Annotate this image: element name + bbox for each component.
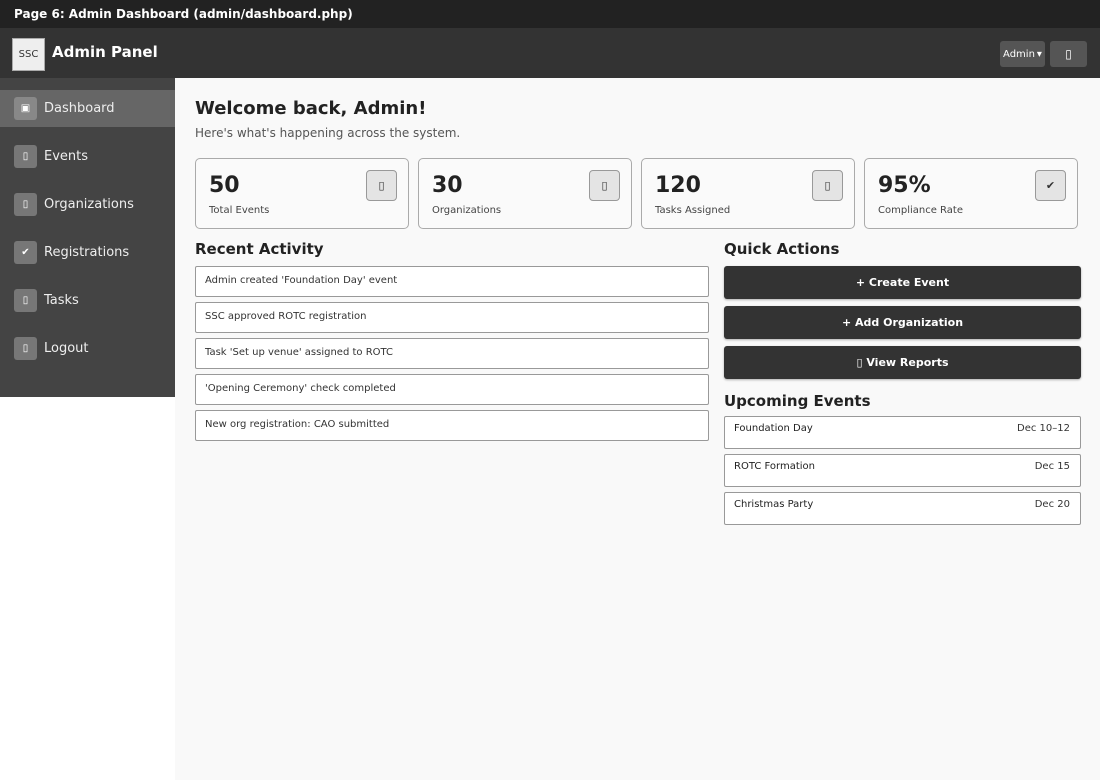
stat-label: Compliance Rate bbox=[878, 205, 963, 216]
sidebar-item-label: Registrations bbox=[44, 245, 130, 260]
create-event-button[interactable]: + Create Event bbox=[724, 266, 1081, 299]
sidebar-item-registrations[interactable]: ✔ Registrations bbox=[0, 234, 175, 271]
stat-card-tasks-assigned: 120 Tasks Assigned ▯ bbox=[641, 158, 855, 229]
sidebar-item-tasks[interactable]: ▯ Tasks bbox=[0, 282, 175, 319]
view-reports-button[interactable]: ▯ View Reports bbox=[724, 346, 1081, 379]
stat-value: 30 bbox=[432, 173, 463, 198]
user-menu-label: Admin bbox=[1003, 48, 1035, 60]
activity-item: Task 'Set up venue' assigned to ROTC bbox=[195, 338, 709, 369]
sidebar-item-logout[interactable]: ▯ Logout bbox=[0, 330, 175, 367]
logout-icon: ▯ bbox=[14, 337, 37, 360]
stat-label: Total Events bbox=[209, 205, 270, 216]
stat-card-compliance-rate: 95% Compliance Rate ✔ bbox=[864, 158, 1078, 229]
stat-label: Organizations bbox=[432, 205, 502, 216]
upcoming-events-title: Upcoming Events bbox=[724, 392, 871, 410]
event-item[interactable]: Christmas Party Dec 20 bbox=[724, 492, 1081, 525]
stat-label: Tasks Assigned bbox=[655, 205, 731, 216]
stat-value: 95% bbox=[878, 173, 931, 198]
event-date: Dec 20 bbox=[1034, 499, 1070, 510]
organization-icon: ▯ bbox=[14, 193, 37, 216]
check-icon: ✔ bbox=[14, 241, 37, 264]
check-icon: ✔ bbox=[1035, 170, 1066, 201]
event-name: Foundation Day bbox=[734, 423, 813, 434]
organization-icon: ▯ bbox=[589, 170, 620, 201]
page-title: Welcome back, Admin! bbox=[195, 98, 427, 119]
recent-activity-title: Recent Activity bbox=[195, 240, 324, 258]
user-menu-button[interactable]: Admin ▾ bbox=[1000, 41, 1045, 67]
event-item[interactable]: ROTC Formation Dec 15 bbox=[724, 454, 1081, 487]
stat-card-organizations: 30 Organizations ▯ bbox=[418, 158, 632, 229]
sidebar-item-label: Logout bbox=[44, 341, 89, 356]
sidebar: ▣ Dashboard ▯ Events ▯ Organizations ✔ R… bbox=[0, 78, 175, 397]
sidebar-item-organizations[interactable]: ▯ Organizations bbox=[0, 186, 175, 223]
sidebar-item-label: Dashboard bbox=[44, 101, 115, 116]
tasks-icon: ▯ bbox=[14, 289, 37, 312]
logo: SSC bbox=[12, 38, 45, 71]
bell-icon: ▯ bbox=[1065, 47, 1072, 61]
calendar-icon: ▯ bbox=[14, 145, 37, 168]
chevron-down-icon: ▾ bbox=[1036, 48, 1042, 60]
activity-item: 'Opening Ceremony' check completed bbox=[195, 374, 709, 405]
event-date: Dec 10–12 bbox=[1017, 423, 1070, 434]
sidebar-item-label: Tasks bbox=[44, 293, 79, 308]
stat-value: 50 bbox=[209, 173, 240, 198]
activity-item: New org registration: CAO submitted bbox=[195, 410, 709, 441]
activity-item: SSC approved ROTC registration bbox=[195, 302, 709, 333]
activity-item: Admin created 'Foundation Day' event bbox=[195, 266, 709, 297]
event-item[interactable]: Foundation Day Dec 10–12 bbox=[724, 416, 1081, 449]
quick-actions-title: Quick Actions bbox=[724, 240, 840, 258]
notification-button[interactable]: ▯ bbox=[1050, 41, 1087, 67]
sidebar-item-events[interactable]: ▯ Events bbox=[0, 138, 175, 175]
tasks-icon: ▯ bbox=[812, 170, 843, 201]
sidebar-item-dashboard[interactable]: ▣ Dashboard bbox=[0, 90, 175, 127]
add-organization-button[interactable]: + Add Organization bbox=[724, 306, 1081, 339]
dashboard-icon: ▣ bbox=[14, 97, 37, 120]
sidebar-item-label: Events bbox=[44, 149, 89, 164]
sidebar-item-label: Organizations bbox=[44, 197, 134, 212]
event-name: ROTC Formation bbox=[734, 461, 815, 472]
top-header: SSC Admin Panel Admin ▾ ▯ bbox=[0, 28, 1100, 78]
calendar-icon: ▯ bbox=[366, 170, 397, 201]
page-caption: Page 6: Admin Dashboard (admin/dashboard… bbox=[0, 0, 1100, 28]
event-date: Dec 15 bbox=[1034, 461, 1070, 472]
header-title: Admin Panel bbox=[52, 43, 158, 61]
stat-value: 120 bbox=[655, 173, 701, 198]
event-name: Christmas Party bbox=[734, 499, 814, 510]
page-subtitle: Here's what's happening across the syste… bbox=[195, 126, 461, 140]
stat-card-total-events: 50 Total Events ▯ bbox=[195, 158, 409, 229]
main-content: Welcome back, Admin! Here's what's happe… bbox=[175, 78, 1100, 780]
